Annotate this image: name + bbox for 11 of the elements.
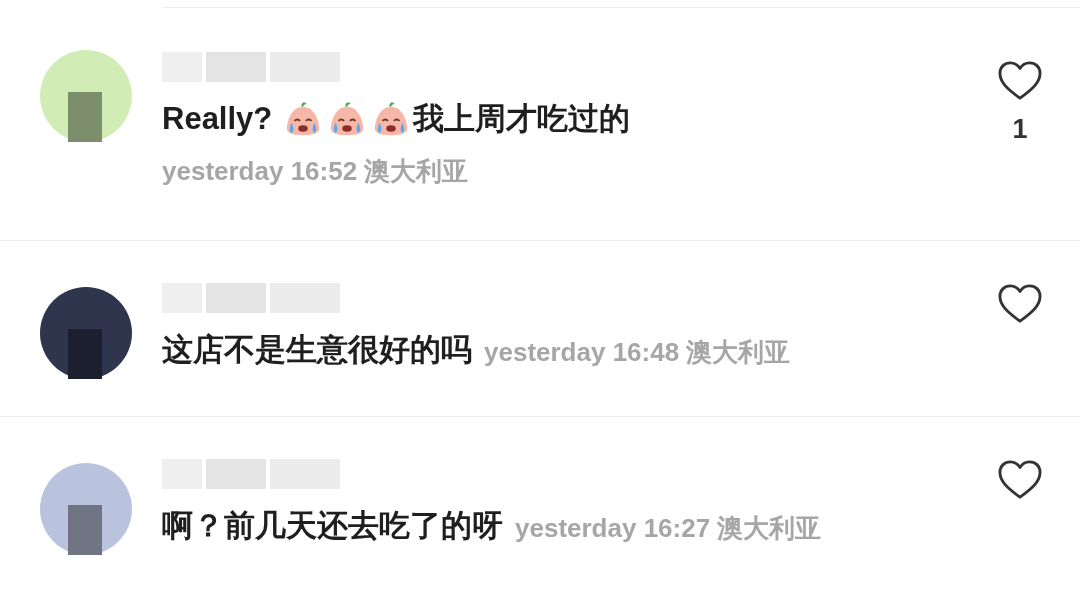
comment-text: 啊？前几天还去吃了的呀 xyxy=(162,507,503,545)
heart-icon[interactable] xyxy=(997,60,1043,102)
comment-text: 我上周才吃过的 xyxy=(412,100,630,138)
heart-icon[interactable] xyxy=(997,283,1043,325)
comment-meta: yesterday 16:27 澳大利亚 xyxy=(515,511,822,545)
like-count: 1 xyxy=(1012,114,1028,145)
comment-text: 这店不是生意很好的吗 xyxy=(162,331,472,369)
comment-meta: yesterday 16:48 澳大利亚 xyxy=(484,335,791,369)
comment-text: Really? xyxy=(162,101,274,137)
comment-meta: yesterday 16:52 澳大利亚 xyxy=(162,155,470,188)
heart-icon[interactable] xyxy=(997,459,1043,501)
